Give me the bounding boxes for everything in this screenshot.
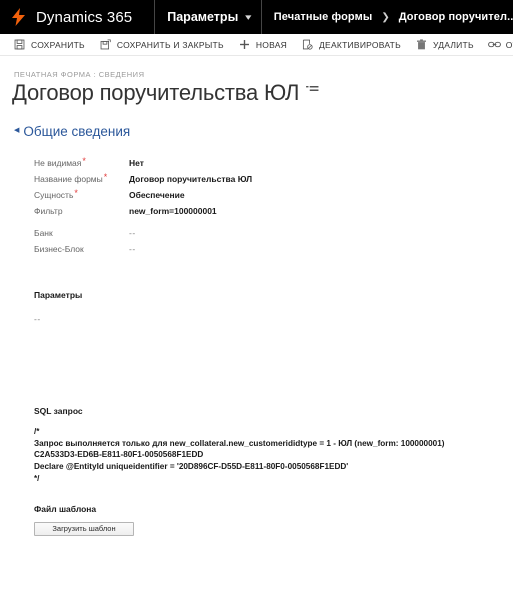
record-type-eyebrow: ПЕЧАТНАЯ ФОРМА : СВЕДЕНИЯ xyxy=(14,70,145,79)
sql-line: Declare @EntityId uniqueidentifier = '20… xyxy=(34,461,349,471)
page-title-row: Договор поручительства ЮЛ xyxy=(12,80,513,106)
field-label-text: Название формы xyxy=(34,173,103,184)
field-label-business-block: Бизнес-Блок xyxy=(34,243,84,254)
deactivate-icon xyxy=(301,38,314,51)
deactivate-button[interactable]: ДЕАКТИВИРОВАТЬ xyxy=(294,34,408,55)
send-link-button[interactable]: ОТПРАВИТЬ ССЫЛКУ ПО ... xyxy=(481,34,513,55)
new-button-label: НОВАЯ xyxy=(255,39,288,50)
save-and-close-icon xyxy=(99,38,112,51)
parameters-value[interactable]: -- xyxy=(34,314,513,324)
app-logo[interactable] xyxy=(0,0,36,34)
sql-label: SQL запрос xyxy=(34,405,83,416)
triangle-collapse-icon: ◀ xyxy=(14,126,20,134)
field-value-form-name[interactable]: Договор поручительства ЮЛ xyxy=(129,174,252,184)
field-row-bank: Банк -- xyxy=(34,228,513,241)
field-label-filter: Фильтр xyxy=(34,205,63,216)
field-label-bank: Банк xyxy=(34,227,53,238)
field-label-form-name: Название формы* xyxy=(34,171,129,184)
save-icon xyxy=(13,38,26,51)
send-link-button-label: ОТПРАВИТЬ ССЫЛКУ ПО ... xyxy=(505,39,513,50)
command-bar: СОХРАНИТЬ СОХРАНИТЬ И ЗАКРЫТЬ НОВАЯ ДЕАК… xyxy=(0,34,513,56)
area-switcher[interactable]: Параметры ▾ xyxy=(155,0,261,34)
parameters-label: Параметры xyxy=(34,289,83,300)
section-header-label: Общие сведения xyxy=(23,123,131,139)
save-and-close-button-label: СОХРАНИТЬ И ЗАКРЫТЬ xyxy=(116,39,224,50)
sql-line: /* xyxy=(34,426,40,436)
lightning-bolt-icon xyxy=(11,8,25,26)
field-value-bank[interactable]: -- xyxy=(129,228,136,238)
trash-icon xyxy=(415,38,428,51)
field-list: Не видимая* Нет Название формы* Договор … xyxy=(34,155,513,257)
field-row-entity: Сущность* Обеспечение xyxy=(34,187,513,203)
required-asterisk: * xyxy=(82,155,86,166)
breadcrumb-item-printforms[interactable]: Печатные формы xyxy=(274,11,373,23)
new-button[interactable]: НОВАЯ xyxy=(231,34,294,55)
sql-line: C2A533D3-ED6B-E811-80F1-0050568F1EDD xyxy=(34,450,204,460)
top-navigation-bar: Dynamics 365 Параметры ▾ Печатные формы … xyxy=(0,0,513,34)
chevron-right-icon: ❯ xyxy=(381,11,390,23)
required-asterisk: * xyxy=(103,171,108,182)
sql-block: SQL запрос /* Запрос выполняется только … xyxy=(34,406,513,482)
field-value-filter[interactable]: new_form=100000001 xyxy=(129,206,217,216)
field-label-text: Сущность xyxy=(34,189,74,200)
parameters-block: Параметры -- xyxy=(34,290,513,324)
delete-button-label: УДАЛИТЬ xyxy=(432,39,474,50)
list-menu-icon[interactable] xyxy=(306,82,319,100)
sql-value-viewport[interactable]: /* Запрос выполняется только для new_col… xyxy=(34,426,513,482)
field-row-business-block: Бизнес-Блок -- xyxy=(34,244,513,257)
field-value-business-block[interactable]: -- xyxy=(129,244,136,254)
field-label-entity: Сущность* xyxy=(34,187,129,200)
field-row-form-name: Название формы* Договор поручительства Ю… xyxy=(34,171,513,187)
save-button[interactable]: СОХРАНИТЬ xyxy=(6,34,92,55)
required-asterisk: * xyxy=(74,187,78,198)
sql-line: */ xyxy=(34,473,40,482)
template-file-label: Файл шаблона xyxy=(34,503,97,514)
save-and-close-button[interactable]: СОХРАНИТЬ И ЗАКРЫТЬ xyxy=(92,34,231,55)
field-row-filter: Фильтр new_form=100000001 xyxy=(34,206,513,219)
record-form-page: ПЕЧАТНАЯ ФОРМА : СВЕДЕНИЯ Договор поручи… xyxy=(0,70,513,536)
section-header-general[interactable]: ◀ Общие сведения xyxy=(14,124,513,139)
field-label-not-visible: Не видимая* xyxy=(34,155,129,168)
brand-title[interactable]: Dynamics 365 xyxy=(36,0,154,34)
plus-icon xyxy=(238,38,251,51)
chevron-down-icon: ▾ xyxy=(245,11,252,22)
field-label-text: Не видимая xyxy=(34,157,82,168)
delete-button[interactable]: УДАЛИТЬ xyxy=(408,34,481,55)
template-file-block: Файл шаблона Загрузить шаблон xyxy=(34,504,513,536)
area-switcher-label: Параметры xyxy=(167,10,239,24)
field-value-not-visible[interactable]: Нет xyxy=(129,158,144,168)
field-row-not-visible: Не видимая* Нет xyxy=(34,155,513,171)
upload-template-button[interactable]: Загрузить шаблон xyxy=(34,521,134,536)
breadcrumb: Печатные формы ❯ Договор поручител... ❯ xyxy=(262,0,513,34)
save-button-label: СОХРАНИТЬ xyxy=(31,39,85,50)
link-icon xyxy=(487,38,501,51)
deactivate-button-label: ДЕАКТИВИРОВАТЬ xyxy=(319,39,401,50)
field-value-entity[interactable]: Обеспечение xyxy=(129,190,185,200)
sql-line: Запрос выполняется только для new_collat… xyxy=(34,438,445,448)
breadcrumb-item-current-record[interactable]: Договор поручител... xyxy=(399,11,513,23)
page-title: Договор поручительства ЮЛ xyxy=(12,80,300,105)
